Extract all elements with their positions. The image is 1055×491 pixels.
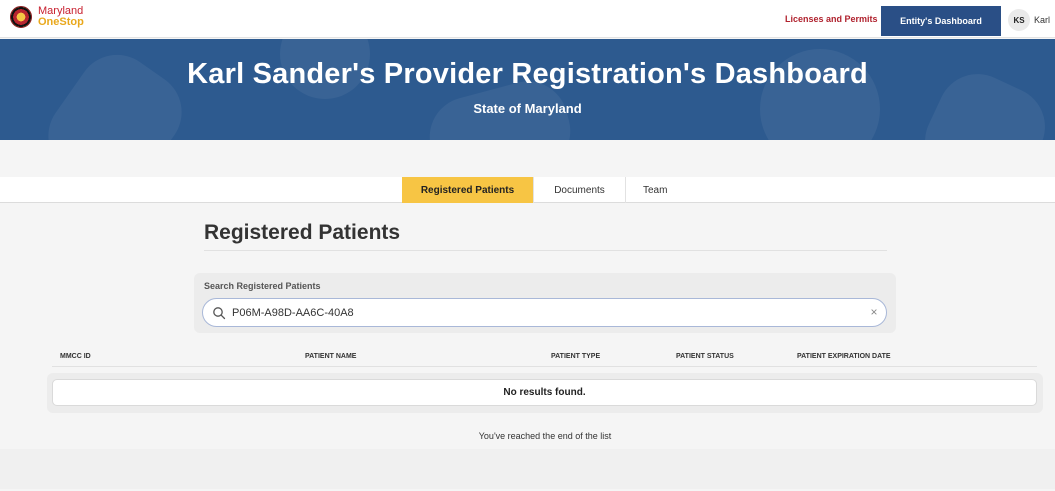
tab-team[interactable]: Team <box>626 177 686 203</box>
empty-results-message: No results found. <box>52 379 1037 406</box>
logo-line2: OneStop <box>38 16 84 28</box>
search-label: Search Registered Patients <box>204 281 321 291</box>
maryland-onestop-logo[interactable]: Maryland OneStop <box>10 6 84 28</box>
avatar: KS <box>1008 9 1030 31</box>
user-name: Karl <box>1034 15 1051 25</box>
dashboard-banner: Karl Sander's Provider Registration's Da… <box>0 39 1055 140</box>
section-title: Registered Patients <box>204 221 401 244</box>
maryland-seal-icon <box>10 6 32 28</box>
search-icon <box>213 307 226 320</box>
search-input[interactable] <box>232 303 852 323</box>
column-header-patient-expiration-date[interactable]: PATIENT EXPIRATION DATE <box>797 353 891 360</box>
column-header-mmcc-id[interactable]: MMCC ID <box>60 353 91 360</box>
column-header-patient-type[interactable]: PATIENT TYPE <box>551 353 600 360</box>
logo-text: Maryland OneStop <box>38 6 84 28</box>
end-of-list-text: You've reached the end of the list <box>478 431 612 441</box>
clear-icon[interactable]: × <box>867 305 881 319</box>
page-title: Karl Sander's Provider Registration's Da… <box>187 58 868 90</box>
page-subtitle: State of Maryland <box>473 101 582 116</box>
column-header-patient-status[interactable]: PATIENT STATUS <box>676 353 734 360</box>
divider <box>52 366 1037 367</box>
user-menu[interactable]: KS Karl <box>1008 9 1050 31</box>
tab-registered-patients[interactable]: Registered Patients <box>402 177 534 203</box>
licenses-and-permits-link[interactable]: Licenses and Permits <box>785 14 878 24</box>
entity-dashboard-button[interactable]: Entity's Dashboard <box>881 6 1001 36</box>
column-header-patient-name[interactable]: PATIENT NAME <box>305 353 356 360</box>
footer-area <box>0 449 1055 489</box>
top-nav: Maryland OneStop Licenses and Permits En… <box>0 0 1055 38</box>
divider <box>204 250 887 251</box>
tab-documents[interactable]: Documents <box>534 177 626 203</box>
tab-bar: Registered Patients Documents Team <box>0 177 1055 203</box>
